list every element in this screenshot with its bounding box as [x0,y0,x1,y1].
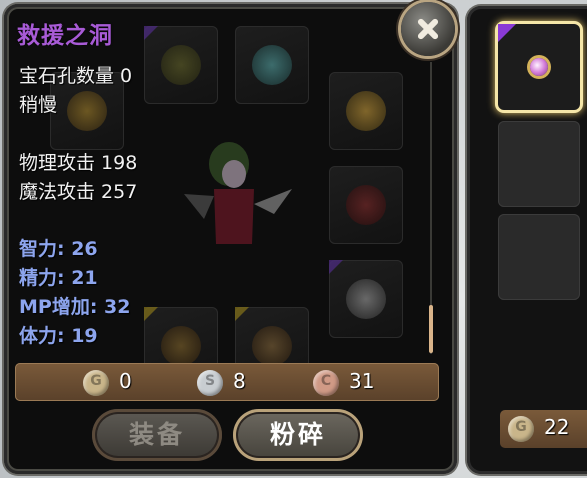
close-icon[interactable] [401,2,455,56]
inventory-slot-empty[interactable] [498,121,580,207]
equip-slot-necklace [235,26,309,104]
armor-icon [346,185,386,225]
rarity-corner [498,24,516,42]
ring-icon [346,91,386,131]
gold-coin-icon: G [83,370,109,396]
helmet-icon [161,45,201,85]
silver-coin-icon: S [197,370,223,396]
inventory-gold-value: 22 [544,415,570,439]
boots-icon [252,326,292,366]
ring-icon [67,91,107,131]
gold-value: 0 [119,369,132,393]
smash-button[interactable]: 粉碎 [233,409,363,461]
necklace-icon [252,45,292,85]
sell-price-bar: G 0 S 8 C 31 [15,363,439,401]
stat-stamina: 体力: 19 [19,325,98,347]
copper-coin-icon: C [313,370,339,396]
silver-value: 8 [233,369,246,393]
copper-value: 31 [349,369,375,393]
stat-spirit: 精力: 21 [19,267,98,289]
physical-attack: 物理攻击 198 [19,152,138,174]
inventory-gold: G 22 [500,410,587,448]
gem-slot-count: 宝石孔数量 0 [19,65,133,87]
character-portrait [184,142,292,244]
item-name: 救援之洞 [17,23,113,49]
gloves-icon [161,326,201,366]
inventory-slot-empty[interactable] [498,214,580,300]
attack-speed: 稍慢 [19,94,58,116]
blade-icon [346,279,386,319]
scrollbar-thumb[interactable] [429,305,433,353]
equip-slot-helmet [144,26,218,104]
stat-intelligence: 智力: 26 [19,238,98,260]
equip-button[interactable]: 装备 [92,409,222,461]
stat-mp-bonus: MP增加: 32 [19,296,131,318]
ring-gem-icon [530,58,548,76]
magic-attack: 魔法攻击 257 [19,181,138,203]
equip-slot-ring-right [329,72,403,150]
gold-coin-icon: G [508,416,534,442]
equip-slot-weapon [329,260,403,338]
inventory-slot-selected[interactable] [498,24,580,110]
equip-slot-armor [329,166,403,244]
